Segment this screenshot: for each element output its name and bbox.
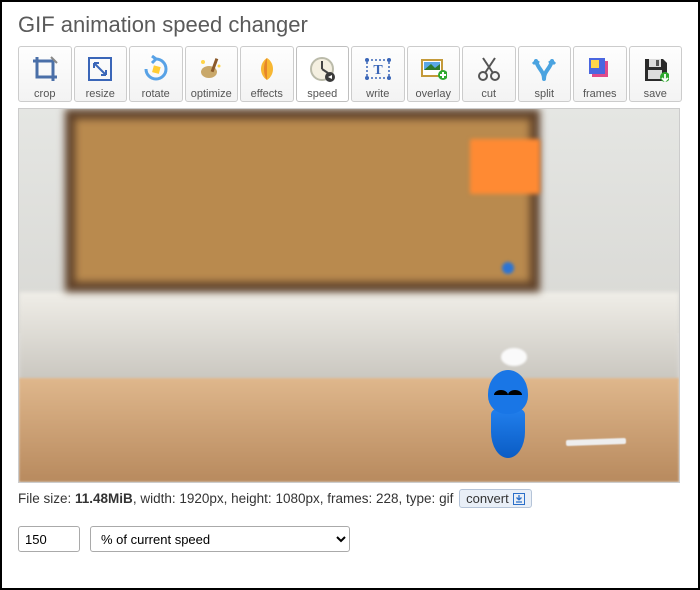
- speed-controls: % of current speed: [18, 526, 682, 552]
- preview-sticky-note: [470, 139, 540, 194]
- rotate-button[interactable]: rotate: [129, 46, 183, 102]
- resize-icon: [84, 53, 116, 85]
- speed-unit-select[interactable]: % of current speed: [90, 526, 350, 552]
- tool-label: crop: [34, 89, 55, 100]
- width-value: 1920px: [179, 491, 223, 506]
- split-button[interactable]: split: [518, 46, 572, 102]
- tool-label: split: [534, 89, 554, 100]
- preview-figure-body: [491, 408, 525, 458]
- preview-figure-eye-left: [494, 390, 508, 395]
- file-size-value: 11.48MiB: [75, 491, 133, 506]
- crop-icon: [29, 53, 61, 85]
- width-label: , width:: [133, 491, 180, 506]
- toolbar: crop resize rotate optimize effects speed Twri…: [18, 46, 682, 102]
- frames-icon: [584, 53, 616, 85]
- tool-label: speed: [307, 89, 337, 100]
- write-icon: T: [362, 53, 394, 85]
- download-icon: [513, 493, 525, 505]
- svg-text:T: T: [373, 63, 383, 78]
- height-value: 1080px: [275, 491, 319, 506]
- convert-button-label: convert: [466, 491, 509, 506]
- frames-button[interactable]: frames: [573, 46, 627, 102]
- convert-button[interactable]: convert: [459, 489, 532, 508]
- save-icon: [639, 53, 671, 85]
- cut-icon: [473, 53, 505, 85]
- speed-icon: [306, 53, 338, 85]
- effects-icon: [251, 53, 283, 85]
- file-info: File size: 11.48MiB, width: 1920px, heig…: [18, 489, 682, 508]
- tool-label: resize: [86, 89, 115, 100]
- frames-value: 228: [376, 491, 399, 506]
- preview-pin: [502, 262, 514, 274]
- optimize-icon: [195, 53, 227, 85]
- crop-button[interactable]: crop: [18, 46, 72, 102]
- speed-input[interactable]: [18, 526, 80, 552]
- app-frame: GIF animation speed changer crop resize ro…: [0, 0, 700, 590]
- effects-button[interactable]: effects: [240, 46, 294, 102]
- preview-desk: [19, 378, 679, 482]
- tool-label: optimize: [191, 89, 232, 100]
- optimize-button[interactable]: optimize: [185, 46, 239, 102]
- tool-label: effects: [251, 89, 283, 100]
- write-button[interactable]: Twrite: [351, 46, 405, 102]
- tool-label: save: [644, 89, 667, 100]
- split-icon: [528, 53, 560, 85]
- frames-label: , frames:: [320, 491, 376, 506]
- tool-label: cut: [481, 89, 496, 100]
- save-button[interactable]: save: [629, 46, 683, 102]
- preview-board: [65, 109, 540, 292]
- tool-label: rotate: [142, 89, 170, 100]
- preview-figure: [482, 370, 534, 460]
- type-value: gif: [439, 491, 453, 506]
- resize-button[interactable]: resize: [74, 46, 128, 102]
- overlay-icon: [417, 53, 449, 85]
- overlay-button[interactable]: overlay: [407, 46, 461, 102]
- type-label: , type:: [399, 491, 440, 506]
- preview-bg-wall: [19, 292, 679, 382]
- page-title: GIF animation speed changer: [18, 12, 682, 38]
- cut-button[interactable]: cut: [462, 46, 516, 102]
- preview-image: [18, 108, 680, 483]
- rotate-icon: [140, 53, 172, 85]
- height-label: , height:: [224, 491, 276, 506]
- preview-figure-head: [488, 370, 528, 414]
- tool-label: overlay: [416, 89, 451, 100]
- tool-label: frames: [583, 89, 617, 100]
- speed-button[interactable]: speed: [296, 46, 350, 102]
- file-size-label: File size:: [18, 491, 75, 506]
- tool-label: write: [366, 89, 389, 100]
- preview-figure-eye-right: [508, 390, 522, 395]
